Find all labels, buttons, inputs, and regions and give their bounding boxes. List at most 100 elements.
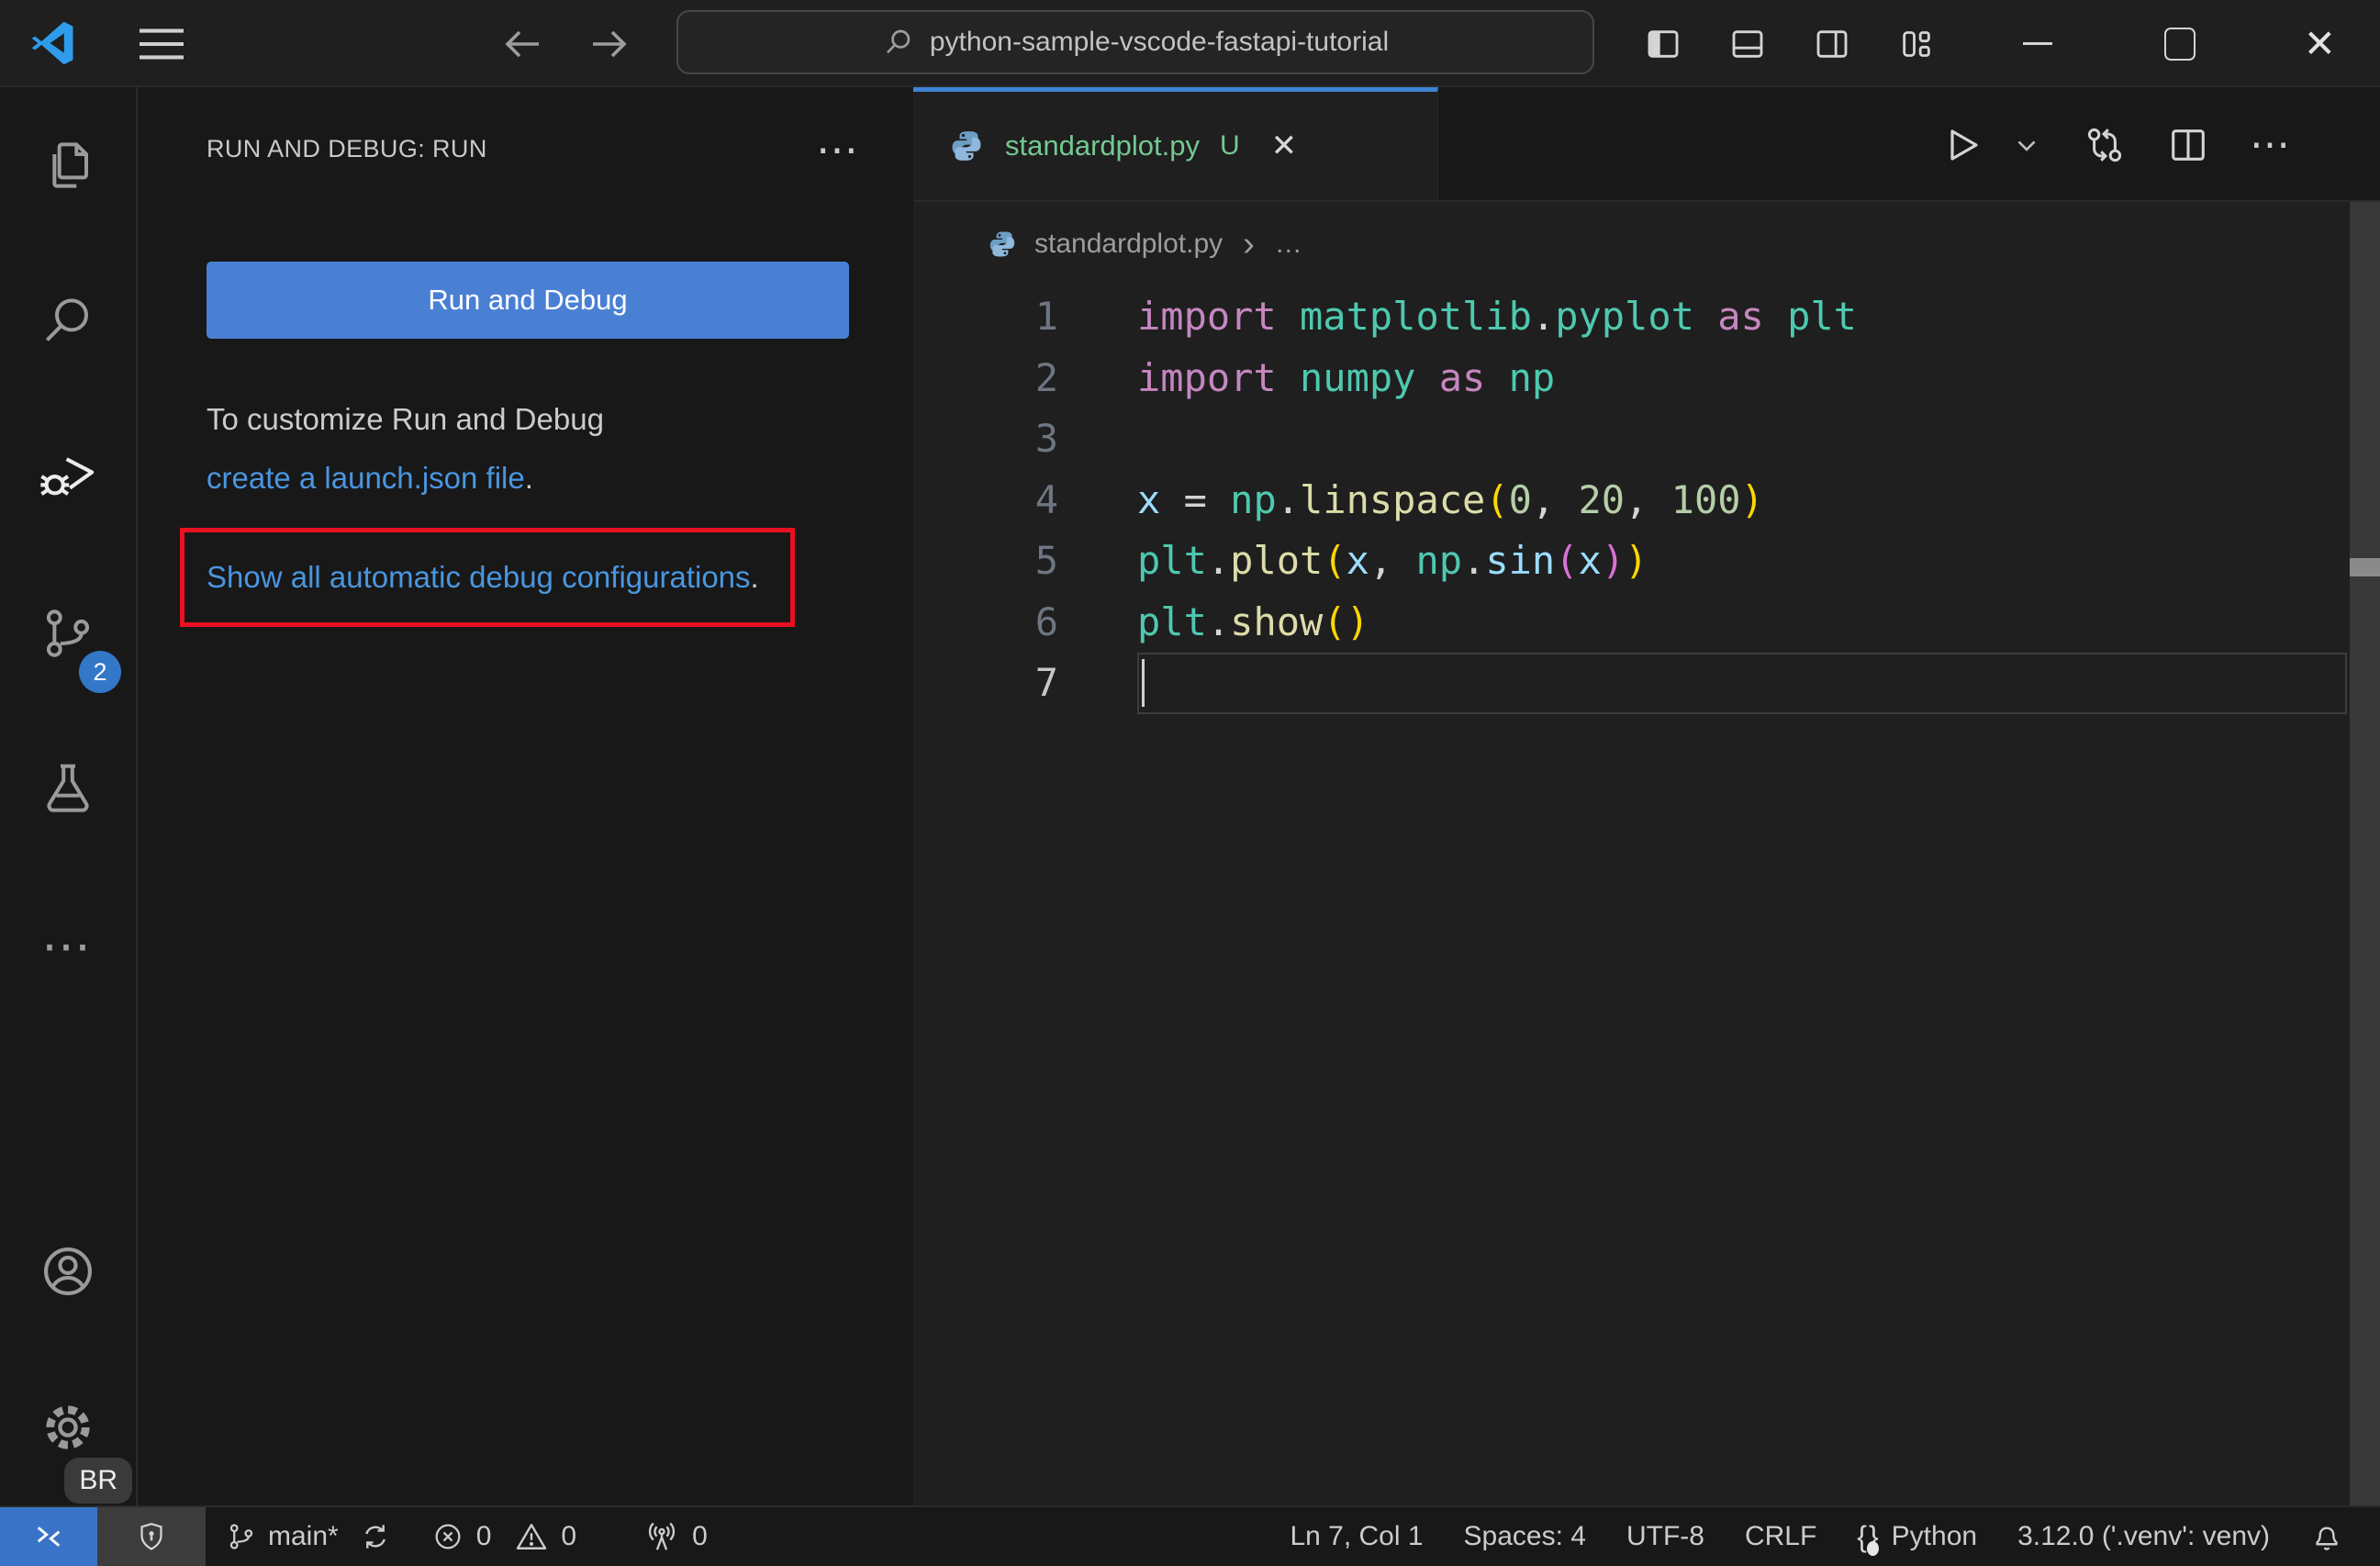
maximize-button[interactable] bbox=[2163, 27, 2196, 61]
split-editor-icon[interactable] bbox=[2167, 124, 2209, 166]
language-mode-item[interactable]: {} Python bbox=[1837, 1507, 1997, 1566]
activity-run-debug-icon[interactable] bbox=[0, 399, 136, 555]
back-arrow-icon[interactable] bbox=[500, 22, 544, 66]
line-number: 2 bbox=[1034, 354, 1058, 400]
cursor-position: Ln 7, Col 1 bbox=[1290, 1521, 1424, 1551]
code-token: sin bbox=[1485, 538, 1556, 583]
menu-hamburger-icon[interactable] bbox=[135, 22, 188, 66]
code-token: . bbox=[1206, 598, 1231, 644]
code-token: = bbox=[1160, 476, 1231, 522]
show-automatic-debug-configs-link[interactable]: Show all automatic debug configurations bbox=[207, 560, 751, 594]
sidebar-header: RUN AND DEBUG: RUN ⋯ bbox=[207, 129, 858, 171]
code-line[interactable]: 3 bbox=[913, 408, 2380, 470]
code-token: ( bbox=[1485, 476, 1509, 522]
toggle-primary-sidebar-icon[interactable] bbox=[1645, 26, 1682, 62]
code-token: pyplot bbox=[1555, 294, 1694, 339]
scrollbar-slider[interactable] bbox=[2350, 202, 2380, 1505]
code-line[interactable]: 6 plt.show() bbox=[913, 592, 2380, 654]
branch-icon bbox=[226, 1521, 257, 1552]
run-and-debug-sidebar: RUN AND DEBUG: RUN ⋯ Run and Debug To cu… bbox=[138, 87, 913, 1505]
workspace-trust-shield-icon[interactable] bbox=[97, 1507, 206, 1566]
code-line[interactable]: 4 x = np.linspace(0, 20, 100) bbox=[913, 470, 2380, 531]
activity-explorer-icon[interactable] bbox=[0, 87, 136, 243]
breadcrumb-filename[interactable]: standardplot.py bbox=[1034, 229, 1223, 260]
eol-item[interactable]: CRLF bbox=[1725, 1507, 1837, 1566]
breadcrumb[interactable]: standardplot.py › … bbox=[913, 202, 1302, 286]
python-file-icon bbox=[948, 128, 985, 164]
forward-arrow-icon[interactable] bbox=[587, 22, 631, 66]
code-token: x bbox=[1578, 538, 1602, 583]
text-cursor bbox=[1142, 659, 1145, 707]
code-line[interactable]: 1 import matplotlib.pyplot as plt bbox=[913, 286, 2380, 348]
open-changes-icon[interactable] bbox=[2083, 123, 2127, 167]
python-interpreter-item[interactable]: 3.12.0 ('.venv': venv) bbox=[1997, 1507, 2290, 1566]
create-launch-json-link[interactable]: create a launch.json file bbox=[207, 461, 525, 495]
cursor-position-item[interactable]: Ln 7, Col 1 bbox=[1269, 1507, 1443, 1566]
language-mode: Python bbox=[1891, 1521, 1978, 1551]
activity-testing-icon[interactable] bbox=[0, 711, 136, 867]
indentation: Spaces: 4 bbox=[1463, 1521, 1586, 1551]
activity-accounts-icon[interactable] bbox=[0, 1193, 136, 1349]
code-line[interactable]: 2 import numpy as np bbox=[913, 348, 2380, 409]
code-token: 20 bbox=[1578, 476, 1626, 522]
code-text: plt.plot(x, np.sin(x)) bbox=[1137, 531, 1648, 592]
code-token: 100 bbox=[1670, 476, 1741, 522]
encoding-item[interactable]: UTF-8 bbox=[1606, 1507, 1725, 1566]
activity-bar-spacer bbox=[0, 1023, 136, 1193]
code-token: 0 bbox=[1508, 476, 1532, 522]
tab-close-icon[interactable]: ✕ bbox=[1271, 128, 1298, 164]
code-token: ( bbox=[1323, 598, 1346, 644]
code-token: numpy bbox=[1300, 354, 1416, 400]
run-and-debug-button[interactable]: Run and Debug bbox=[207, 262, 849, 339]
code-token: import bbox=[1137, 354, 1301, 400]
warning-count: 0 bbox=[561, 1521, 577, 1551]
git-branch-item[interactable]: main* bbox=[206, 1507, 412, 1566]
code-line[interactable]: 5 plt.plot(x, np.sin(x)) bbox=[913, 531, 2380, 592]
code-text: plt.show() bbox=[1137, 592, 1369, 654]
breadcrumb-more[interactable]: … bbox=[1275, 229, 1302, 260]
auto-debug-suffix: . bbox=[750, 560, 759, 594]
code-token: . bbox=[1462, 538, 1486, 583]
problems-item[interactable]: 0 0 bbox=[412, 1507, 597, 1566]
code-text: import numpy as np bbox=[1137, 348, 1555, 409]
activity-search-icon[interactable] bbox=[0, 243, 136, 399]
toggle-panel-icon[interactable] bbox=[1729, 26, 1766, 62]
editor-more-actions-icon[interactable]: ⋯ bbox=[2250, 121, 2293, 168]
red-highlight-box: Show all automatic debug configurations. bbox=[180, 528, 795, 627]
code-token: x bbox=[1137, 476, 1161, 522]
git-untracked-badge: U bbox=[1219, 130, 1240, 161]
ports-item[interactable]: 0 bbox=[624, 1507, 728, 1566]
editor-scrollbar[interactable] bbox=[2350, 202, 2380, 1505]
command-center-search[interactable]: python-sample-vscode-fastapi-tutorial bbox=[676, 10, 1594, 74]
editor-toolbar: ⋯ bbox=[1939, 87, 2380, 202]
status-bar: main* 0 0 0 Ln 7, Col 1 Spaces: 4 UTF-8 … bbox=[0, 1505, 2380, 1566]
bell-icon bbox=[2310, 1520, 2343, 1553]
activity-source-control-icon[interactable]: 2 bbox=[0, 555, 136, 711]
run-python-file-icon[interactable] bbox=[1939, 123, 1983, 167]
tab-standardplot[interactable]: standardplot.py U ✕ bbox=[913, 87, 1438, 200]
status-bar-right: Ln 7, Col 1 Spaces: 4 UTF-8 CRLF {} Pyth… bbox=[1269, 1507, 2380, 1566]
customize-layout-icon[interactable] bbox=[1898, 26, 1935, 62]
sidebar-more-actions-icon[interactable]: ⋯ bbox=[816, 129, 858, 171]
code-token: np bbox=[1508, 354, 1556, 400]
minimize-button[interactable] bbox=[2022, 42, 2052, 45]
line-number: 4 bbox=[1034, 476, 1058, 522]
close-window-button[interactable]: ✕ bbox=[2304, 24, 2336, 63]
indentation-item[interactable]: Spaces: 4 bbox=[1444, 1507, 1606, 1566]
sidebar-title: RUN AND DEBUG: RUN bbox=[207, 135, 487, 162]
activity-more-icon[interactable]: ⋯ bbox=[0, 867, 136, 1023]
toggle-secondary-sidebar-icon[interactable] bbox=[1814, 26, 1850, 62]
activity-settings-gear-icon[interactable]: BR bbox=[0, 1349, 136, 1505]
remote-indicator[interactable] bbox=[0, 1507, 97, 1566]
code-token: import bbox=[1137, 294, 1301, 339]
code-line[interactable]: 7 bbox=[913, 653, 2380, 714]
run-dropdown-chevron-icon[interactable] bbox=[2011, 129, 2042, 161]
customize-paragraph: To customize Run and Debug create a laun… bbox=[207, 390, 604, 508]
activity-bar: 2 ⋯ BR bbox=[0, 87, 138, 1505]
code-token: ) bbox=[1625, 538, 1648, 583]
code-token: ) bbox=[1740, 476, 1764, 522]
tab-filename: standardplot.py bbox=[1005, 129, 1200, 162]
notifications-item[interactable] bbox=[2290, 1507, 2363, 1566]
radio-tower-icon bbox=[644, 1519, 679, 1554]
code-area[interactable]: 1 import matplotlib.pyplot as plt 2 import … bbox=[913, 286, 2380, 714]
